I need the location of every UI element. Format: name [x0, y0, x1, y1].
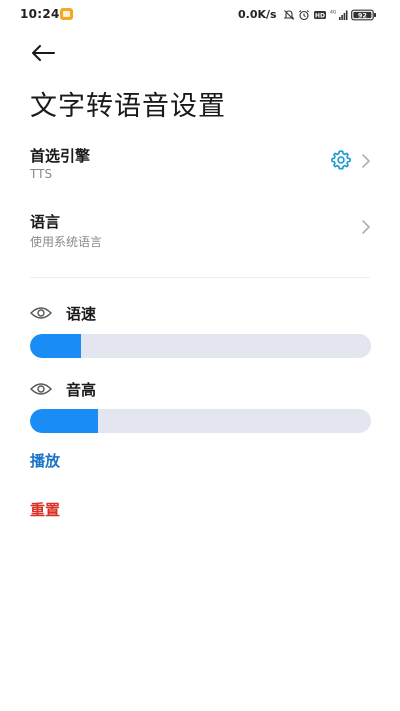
speech-rate-text: 语速: [66, 304, 97, 323]
alarm-icon: [299, 10, 309, 21]
language-row[interactable]: 语言 使用系统语言: [30, 211, 372, 259]
back-button[interactable]: [30, 42, 56, 64]
status-bar: 10:24 0.0K/s HD 4G 92: [0, 0, 400, 30]
svg-text:4G: 4G: [330, 10, 337, 16]
pitch-text: 音高: [66, 380, 97, 399]
network-speed: 0.0K/s: [238, 8, 277, 21]
page-title: 文字转语音设置: [30, 91, 226, 122]
reset-button[interactable]: 重置: [30, 499, 60, 520]
speech-rate-label: 语速: [30, 302, 96, 324]
pitch-slider[interactable]: [30, 409, 371, 433]
arrow-left-icon: [32, 45, 55, 61]
language-title: 语言: [30, 213, 61, 231]
eye-icon[interactable]: [30, 306, 52, 320]
eye-icon[interactable]: [30, 382, 52, 396]
divider: [30, 277, 370, 278]
language-value: 使用系统语言: [30, 235, 103, 249]
status-icons: HD 4G 92: [283, 7, 377, 23]
pitch-fill: [30, 409, 99, 433]
preferred-engine-title: 首选引擎: [30, 147, 91, 165]
gear-icon[interactable]: [330, 149, 352, 171]
svg-text:HD: HD: [315, 13, 325, 20]
battery-icon: 92: [351, 9, 376, 21]
mute-icon: [283, 10, 295, 20]
battery-level: 92: [358, 11, 367, 19]
status-time: 10:24: [20, 7, 60, 21]
chevron-right-icon: [362, 154, 370, 168]
chevron-right-icon: [362, 220, 370, 234]
speech-rate-slider[interactable]: [30, 334, 371, 358]
signal-icon: 4G: [330, 10, 348, 20]
preferred-engine-value: TTS: [30, 167, 53, 181]
hd-icon: HD: [314, 11, 326, 20]
preferred-engine-row[interactable]: 首选引擎 TTS: [30, 145, 372, 193]
speech-rate-fill: [30, 334, 82, 358]
play-button[interactable]: 播放: [30, 450, 60, 471]
pitch-label: 音高: [30, 378, 96, 400]
notification-app-icon: [60, 8, 73, 20]
